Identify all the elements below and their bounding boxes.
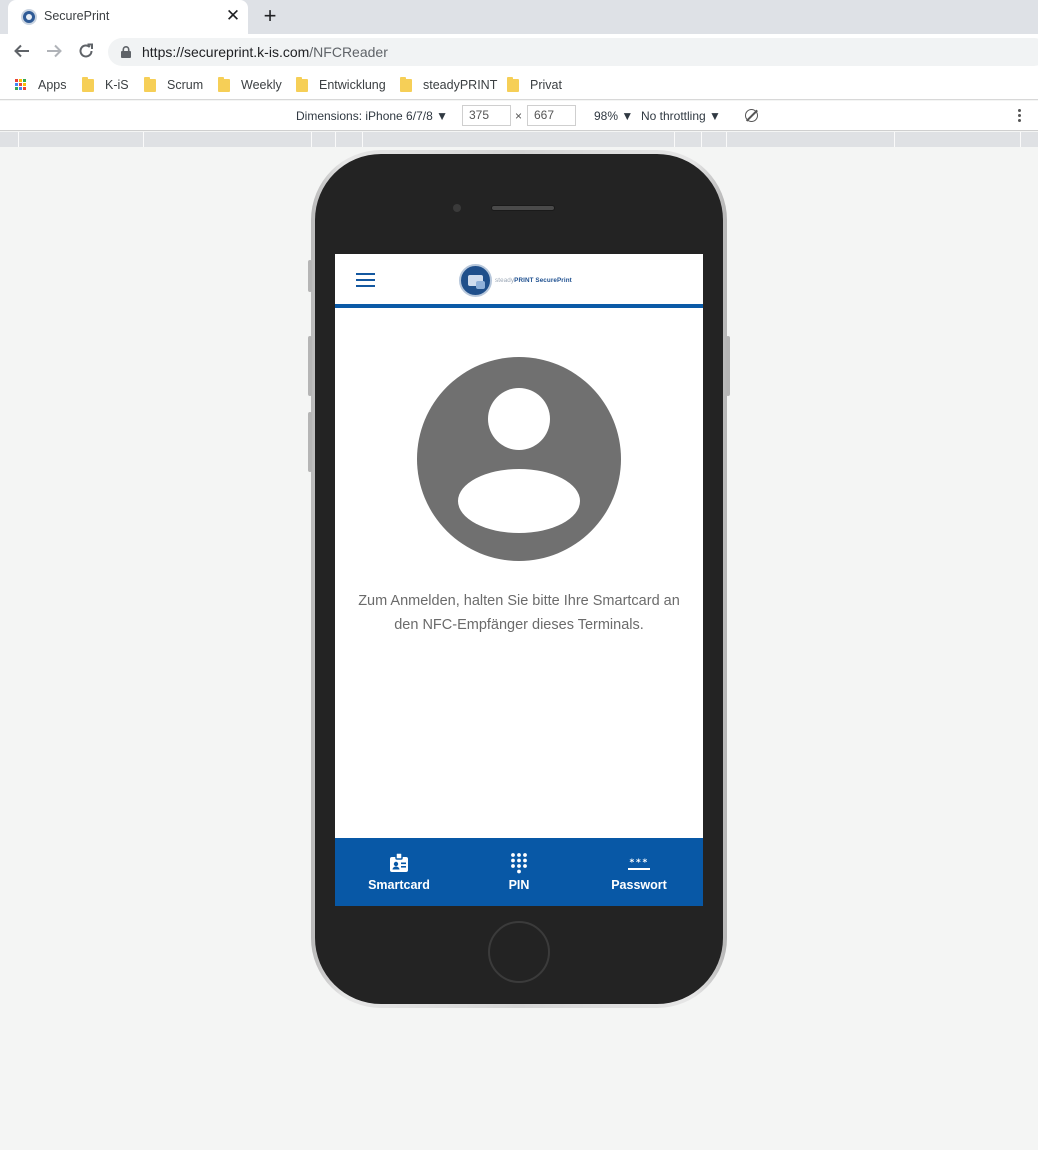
tab-close-icon[interactable]: ✕ <box>224 7 242 25</box>
bookmark-k-is[interactable]: K-iS <box>82 76 129 94</box>
home-button[interactable] <box>488 921 550 983</box>
folder-icon <box>82 76 94 92</box>
folder-icon <box>400 76 412 92</box>
dimension-times-sign: × <box>515 109 523 123</box>
svg-text:*: * <box>636 858 641 868</box>
logo-text: steadyPRINT SecurePrint <box>495 277 572 284</box>
device-width-input[interactable]: 375 <box>462 105 511 126</box>
nav-pin-label: PIN <box>508 878 530 892</box>
bookmark-label: Entwicklung <box>319 78 386 92</box>
keypad-icon <box>511 853 527 874</box>
bookmark-label: Scrum <box>167 78 204 92</box>
logo-suffix: SecurePrint <box>535 276 572 284</box>
camera-icon <box>453 204 461 212</box>
id-badge-icon <box>390 852 408 872</box>
url-text: https://secureprint.k-is.com/NFCReader <box>142 44 388 60</box>
folder-icon <box>144 76 156 92</box>
bookmark-label: Privat <box>530 78 562 92</box>
secureprint-favicon-icon <box>21 9 37 25</box>
bookmark-label: K-iS <box>105 78 129 92</box>
lock-icon <box>121 46 131 58</box>
rotate-disabled-icon[interactable] <box>745 109 758 122</box>
svg-text:*: * <box>630 858 635 868</box>
steadyprint-logo-badge-icon <box>459 263 492 297</box>
nav-password[interactable]: * * * Passwort <box>579 838 699 906</box>
device-toolbar: Dimensions: iPhone 6/7/8 ▼ 375 × 667 98%… <box>0 101 1038 131</box>
bookmark-entwicklung[interactable]: Entwicklung <box>296 76 386 94</box>
bookmark-privat[interactable]: Privat <box>507 76 562 94</box>
svg-text:*: * <box>643 858 648 868</box>
bookmarks-bar: Apps K-iS Scrum Weekly Entwicklung stead… <box>0 70 1038 100</box>
folder-icon <box>507 76 519 92</box>
tab-title: SecurePrint <box>44 9 110 23</box>
volume-down-button <box>308 412 312 472</box>
app-header: steadyPRINT SecurePrint <box>335 254 703 308</box>
bookmark-scrum[interactable]: Scrum <box>144 76 203 94</box>
nav-pin[interactable]: PIN <box>459 838 579 906</box>
folder-icon <box>296 76 308 92</box>
url-path: /NFCReader <box>309 44 388 60</box>
mute-switch <box>308 260 312 292</box>
throttling-select[interactable]: No throttling ▼ <box>641 109 721 123</box>
bookmark-weekly[interactable]: Weekly <box>218 76 282 94</box>
bookmark-label: steadyPRINT <box>423 78 498 92</box>
bookmark-label: Apps <box>38 78 67 92</box>
browser-toolbar: https://secureprint.k-is.com/NFCReader <box>0 34 1038 70</box>
logo-prefix: steady <box>495 276 515 284</box>
steadyprint-logo: steadyPRINT SecurePrint <box>459 263 572 297</box>
forward-arrow-icon[interactable] <box>42 39 66 63</box>
more-options-icon[interactable] <box>1012 109 1026 125</box>
reload-icon[interactable] <box>74 39 98 63</box>
app-screen: steadyPRINT SecurePrint Zum Anmelden, ha… <box>335 254 703 906</box>
apps-grid-icon <box>15 79 27 91</box>
bookmark-steadyprint[interactable]: steadyPRINT <box>400 76 497 94</box>
password-dots-icon: * * * <box>628 858 650 870</box>
nav-smartcard-label: Smartcard <box>368 878 430 892</box>
nav-password-label: Passwort <box>611 878 667 892</box>
nav-smartcard[interactable]: Smartcard <box>339 838 459 906</box>
back-arrow-icon[interactable] <box>10 39 34 63</box>
new-tab-button[interactable]: + <box>259 5 281 27</box>
bottom-navigation: Smartcard PIN * * * Passwort <box>335 838 703 906</box>
zoom-select[interactable]: 98% ▼ <box>594 109 633 123</box>
volume-up-button <box>308 336 312 396</box>
device-height-input[interactable]: 667 <box>527 105 576 126</box>
speaker-grille <box>491 205 555 211</box>
folder-icon <box>218 76 230 92</box>
login-instruction: Zum Anmelden, halten Sie bitte Ihre Smar… <box>358 593 680 633</box>
browser-tab[interactable]: SecurePrint ✕ <box>8 0 248 34</box>
tab-strip: SecurePrint ✕ + <box>0 0 1038 34</box>
url-host: https://secureprint.k-is.com <box>142 44 310 60</box>
bookmark-apps[interactable]: Apps <box>15 76 67 94</box>
user-avatar-icon <box>417 357 621 561</box>
hamburger-menu-icon[interactable] <box>356 273 376 289</box>
power-button <box>726 336 730 396</box>
media-query-ruler[interactable] <box>0 132 1038 147</box>
logo-brand: PRINT <box>514 276 534 284</box>
device-dimensions-select[interactable]: Dimensions: iPhone 6/7/8 ▼ <box>296 109 448 123</box>
address-bar[interactable]: https://secureprint.k-is.com/NFCReader <box>108 38 1038 66</box>
bookmark-label: Weekly <box>241 78 282 92</box>
